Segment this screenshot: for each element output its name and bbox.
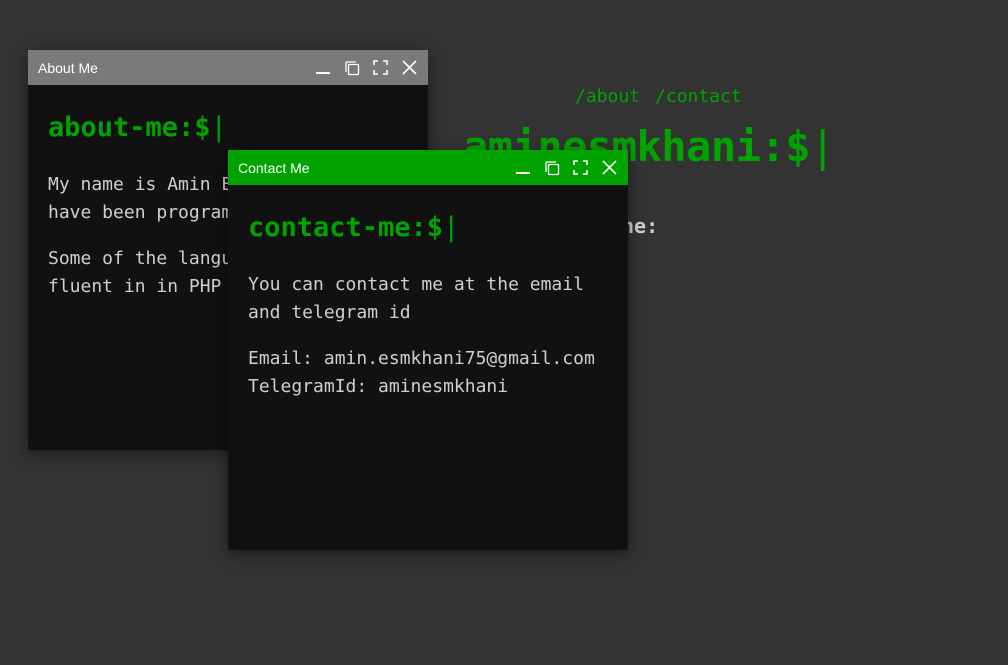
window-title: Contact Me: [238, 159, 310, 176]
contact-heading: contact-me:$|: [248, 209, 608, 247]
contact-titlebar[interactable]: Contact Me: [228, 150, 628, 185]
nav-link-contact[interactable]: /contact: [655, 86, 742, 107]
close-icon: [402, 60, 417, 75]
minimize-button[interactable]: [508, 150, 537, 185]
restore-icon: [544, 160, 559, 175]
cursor: |: [210, 112, 227, 143]
restore-button[interactable]: [537, 150, 566, 185]
main-nav: /about /contact: [575, 86, 742, 107]
maximize-icon: [573, 160, 588, 175]
minimize-icon: [315, 71, 330, 74]
contact-paragraph: You can contact me at the email and tele…: [248, 274, 584, 323]
cursor: |: [810, 122, 835, 171]
nav-link-about[interactable]: /about: [575, 86, 640, 107]
close-icon: [602, 160, 617, 175]
heading-text: about-me:$: [48, 112, 211, 143]
restore-icon: [344, 60, 359, 75]
close-button[interactable]: [395, 50, 424, 85]
minimize-icon: [515, 171, 530, 174]
maximize-icon: [373, 60, 388, 75]
cursor: |: [443, 212, 460, 243]
about-titlebar[interactable]: About Me: [28, 50, 428, 85]
minimize-button[interactable]: [308, 50, 337, 85]
contact-details: Email: amin.esmkhani75@gmail.com Telegra…: [248, 348, 595, 397]
contact-window: Contact Me contact-me:$| You can contact…: [228, 150, 628, 550]
restore-button[interactable]: [337, 50, 366, 85]
about-heading: about-me:$|: [48, 109, 408, 147]
close-button[interactable]: [595, 150, 624, 185]
heading-text: contact-me:$: [248, 212, 444, 243]
window-title: About Me: [38, 59, 98, 76]
maximize-button[interactable]: [366, 50, 395, 85]
maximize-button[interactable]: [566, 150, 595, 185]
